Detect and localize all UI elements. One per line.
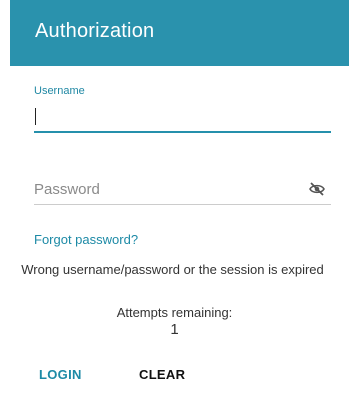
eye-slash-icon[interactable] — [309, 182, 325, 196]
attempts-count: 1 — [170, 321, 179, 338]
text-caret — [35, 108, 36, 125]
page-title: Authorization — [35, 20, 155, 42]
login-button[interactable]: LOGIN — [39, 367, 82, 382]
username-label: Username — [34, 85, 85, 97]
clear-button[interactable]: CLEAR — [139, 367, 185, 382]
username-input[interactable] — [34, 100, 331, 133]
password-input[interactable]: Password — [34, 172, 331, 205]
error-message: Wrong username/password or the session i… — [21, 262, 324, 277]
attempts-label: Attempts remaining: — [116, 305, 233, 320]
forgot-password-link[interactable]: Forgot password? — [34, 232, 138, 247]
password-placeholder: Password — [34, 181, 100, 198]
card-header: Authorization — [10, 0, 349, 66]
